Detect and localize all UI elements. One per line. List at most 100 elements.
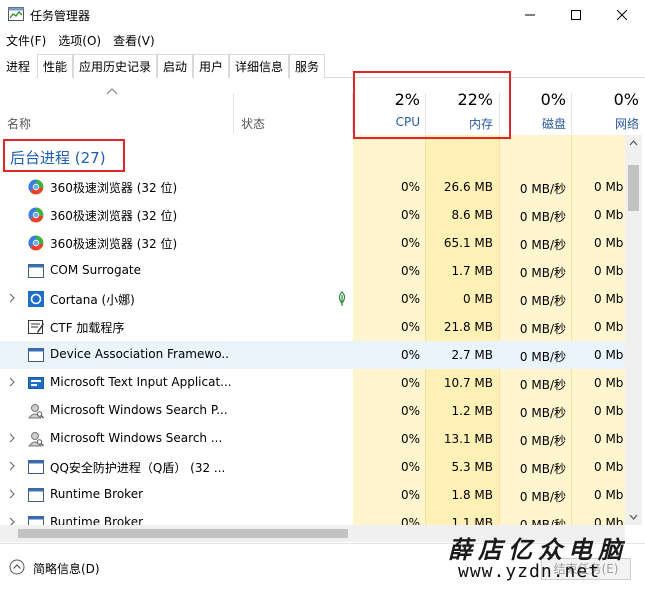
maximize-button[interactable]	[553, 0, 599, 30]
vertical-scrollbar[interactable]	[625, 135, 642, 525]
menu-options[interactable]: 选项(O)	[52, 30, 107, 52]
column-name[interactable]: 名称	[7, 115, 31, 132]
maximize-icon	[571, 10, 581, 20]
horizontal-scrollbar-thumb[interactable]	[18, 529, 348, 538]
cpu-cell: 0%	[400, 264, 420, 278]
memory-cell: 65.1 MB	[443, 236, 493, 250]
tab-processes[interactable]: 进程	[0, 54, 36, 78]
disk-cell: 0 MB/秒	[519, 434, 566, 448]
memory-cell: 8.6 MB	[451, 208, 493, 222]
table-row[interactable]: COM Surrogate 0% 1.7 MB 0 MB/秒 0 Mb	[0, 257, 625, 285]
table-row[interactable]: Microsoft Text Input Applicat... 0% 10.7 M…	[0, 369, 625, 397]
column-header: 名称 状态 2% CPU 22% 内存 0% 磁盘 0% 网络	[0, 79, 645, 135]
process-name: QQ安全防护进程（Q盾） (32 ...	[50, 461, 226, 475]
disk-cell: 0 MB/秒	[519, 238, 566, 252]
process-name: Microsoft Windows Search P...	[50, 403, 228, 417]
process-name: Device Association Framewo...	[50, 347, 230, 361]
network-cell: 0 Mb	[594, 460, 624, 474]
disk-cell: 0 MB/秒	[519, 294, 566, 308]
chevron-right-icon[interactable]	[8, 489, 16, 499]
table-row[interactable]: Runtime Broker 0% 1.1 MB 0 MB/秒 0 Mb	[0, 509, 625, 525]
tab-details[interactable]: 详细信息	[229, 54, 289, 78]
tab-services[interactable]: 服务	[289, 54, 325, 78]
cpu-cell: 0%	[400, 348, 420, 362]
memory-cell: 13.1 MB	[443, 432, 493, 446]
cpu-cell: 0%	[400, 292, 420, 306]
process-table: 后台进程 (27) 360极速浏览器 (32 位) 0% 26.6 MB 0 MB/秒…	[0, 135, 625, 525]
scroll-down-icon[interactable]	[629, 513, 638, 521]
chevron-right-icon[interactable]	[8, 433, 16, 443]
search-user-icon	[27, 431, 44, 447]
chevron-right-icon[interactable]	[8, 377, 16, 387]
column-network-percent[interactable]: 0%	[572, 90, 639, 109]
chevron-right-icon[interactable]	[8, 461, 16, 471]
minimize-button[interactable]	[507, 0, 553, 30]
cpu-cell: 0%	[400, 432, 420, 446]
network-cell: 0 Mb	[594, 208, 624, 222]
network-cell: 0 Mb	[594, 376, 624, 390]
tab-startup[interactable]: 启动	[157, 54, 193, 78]
cpu-cell: 0%	[400, 488, 420, 502]
disk-cell: 0 MB/秒	[519, 266, 566, 280]
table-row[interactable]: Cortana (小娜) 0% 0 MB 0 MB/秒 0 Mb	[0, 285, 625, 313]
network-cell: 0 Mb	[594, 292, 624, 306]
scroll-up-icon[interactable]	[629, 139, 638, 147]
network-cell: 0 Mb	[594, 488, 624, 502]
close-icon	[617, 10, 627, 20]
cpu-cell: 0%	[400, 208, 420, 222]
highlight-group-box	[3, 139, 125, 172]
chrome-360-icon	[28, 179, 44, 195]
column-status[interactable]: 状态	[241, 115, 265, 132]
column-network-label[interactable]: 网络	[572, 115, 639, 132]
window-title: 任务管理器	[30, 9, 91, 23]
menu-file[interactable]: 文件(F)	[0, 30, 52, 52]
tab-app-history[interactable]: 应用历史记录	[73, 54, 157, 78]
table-row[interactable]: Runtime Broker 0% 1.8 MB 0 MB/秒 0 Mb	[0, 481, 625, 509]
memory-cell: 0 MB	[462, 292, 493, 306]
menu-view[interactable]: 查看(V)	[107, 30, 161, 52]
table-row[interactable]: Microsoft Windows Search P... 0% 1.2 MB 0 M…	[0, 397, 625, 425]
memory-cell: 2.7 MB	[451, 348, 493, 362]
watermark-url: www.yzdn.net	[458, 561, 601, 582]
cpu-cell: 0%	[400, 460, 420, 474]
window-icon	[28, 347, 44, 363]
chrome-360-icon	[28, 235, 44, 251]
disk-cell: 0 MB/秒	[519, 350, 566, 364]
table-row[interactable]: QQ安全防护进程（Q盾） (32 ... 0% 5.3 MB 0 MB/秒 0 Mb	[0, 453, 625, 481]
sort-caret-up-icon[interactable]	[106, 87, 118, 95]
tab-performance[interactable]: 性能	[37, 54, 73, 78]
tab-users[interactable]: 用户	[193, 54, 229, 78]
table-row[interactable]: 360极速浏览器 (32 位) 0% 26.6 MB 0 MB/秒 0 Mb	[0, 173, 625, 201]
network-cell: 0 Mb	[594, 236, 624, 250]
window-icon	[28, 515, 44, 525]
scrollbar-thumb[interactable]	[628, 165, 639, 211]
chevron-up-circle-icon[interactable]	[9, 559, 25, 575]
memory-cell: 21.8 MB	[443, 320, 493, 334]
process-name: COM Surrogate	[50, 263, 142, 277]
table-row[interactable]: CTF 加载程序 0% 21.8 MB 0 MB/秒 0 Mb	[0, 313, 625, 341]
chevron-right-icon[interactable]	[8, 293, 16, 303]
disk-cell: 0 MB/秒	[519, 490, 566, 504]
table-row[interactable]: 360极速浏览器 (32 位) 0% 8.6 MB 0 MB/秒 0 Mb	[0, 201, 625, 229]
fewer-details-link[interactable]: 简略信息(D)	[33, 560, 100, 577]
search-user-icon	[27, 403, 44, 419]
disk-cell: 0 MB/秒	[519, 406, 566, 420]
table-row[interactable]: Device Association Framewo... 0% 2.7 MB 0 M…	[0, 341, 625, 369]
close-button[interactable]	[599, 0, 645, 30]
network-cell: 0 Mb	[594, 516, 624, 525]
table-row[interactable]: 360极速浏览器 (32 位) 0% 65.1 MB 0 MB/秒 0 Mb	[0, 229, 625, 257]
table-row[interactable]: Microsoft Windows Search ... 0% 13.1 MB 0 M…	[0, 425, 625, 453]
window-icon	[28, 263, 44, 279]
cortana-icon	[28, 291, 44, 307]
process-name: 360极速浏览器 (32 位)	[50, 181, 178, 195]
process-name: CTF 加载程序	[50, 321, 125, 335]
chevron-right-icon[interactable]	[8, 517, 16, 525]
column-divider	[233, 93, 234, 133]
leaf-icon	[338, 291, 346, 306]
process-name: Runtime Broker	[50, 515, 144, 525]
network-cell: 0 Mb	[594, 404, 624, 418]
cpu-cell: 0%	[400, 376, 420, 390]
minimize-icon	[525, 14, 535, 16]
chrome-360-icon	[28, 207, 44, 223]
text-input-icon	[28, 375, 44, 391]
